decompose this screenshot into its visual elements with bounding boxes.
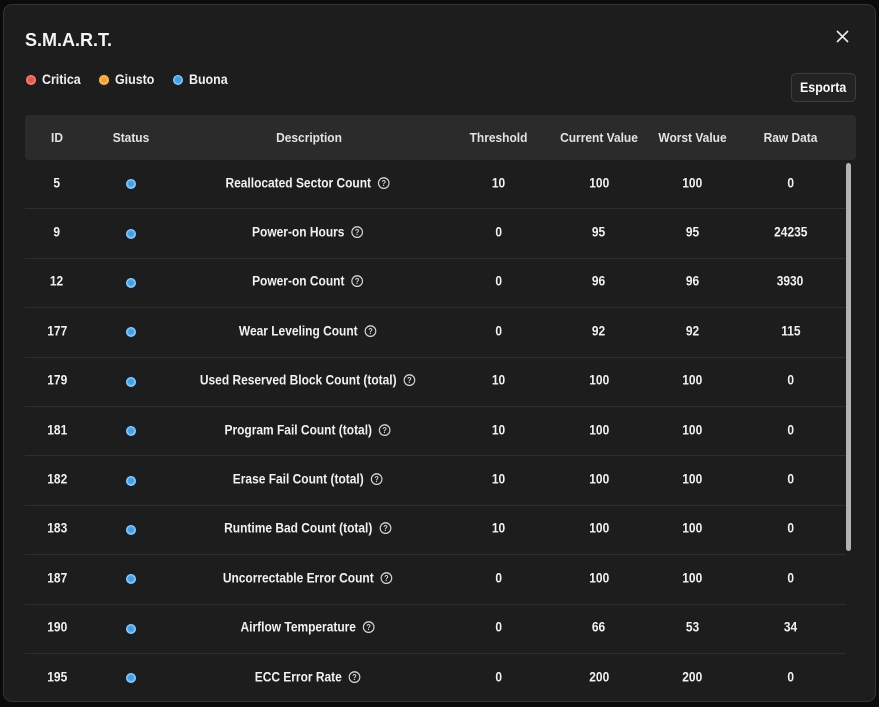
svg-text:?: ? [381, 178, 386, 188]
svg-text:?: ? [384, 573, 389, 583]
svg-text:?: ? [355, 277, 360, 287]
svg-text:?: ? [352, 672, 357, 682]
svg-text:?: ? [407, 376, 412, 386]
svg-text:?: ? [366, 623, 371, 633]
svg-text:?: ? [355, 228, 360, 238]
svg-text:?: ? [382, 425, 387, 435]
svg-text:?: ? [374, 475, 379, 485]
svg-text:?: ? [382, 524, 387, 534]
svg-text:?: ? [368, 326, 373, 336]
